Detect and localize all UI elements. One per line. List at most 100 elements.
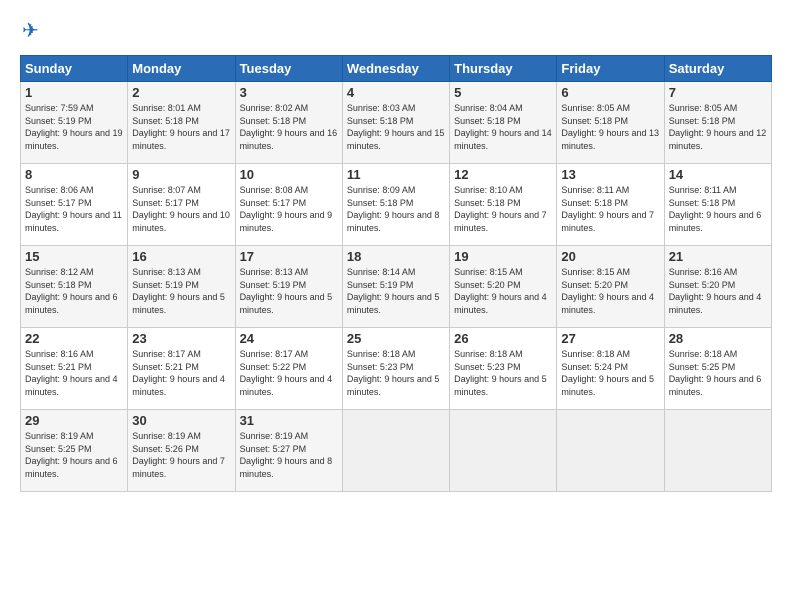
day-number: 16 xyxy=(132,249,230,264)
calendar-cell: 5 Sunrise: 8:04 AMSunset: 5:18 PMDayligh… xyxy=(450,82,557,164)
header: ✈ xyxy=(20,18,772,43)
day-number: 14 xyxy=(669,167,767,182)
calendar-cell: 13 Sunrise: 8:11 AMSunset: 5:18 PMDaylig… xyxy=(557,164,664,246)
day-info: Sunrise: 8:04 AMSunset: 5:18 PMDaylight:… xyxy=(454,103,552,151)
calendar-header-row: SundayMondayTuesdayWednesdayThursdayFrid… xyxy=(21,56,772,82)
day-number: 12 xyxy=(454,167,552,182)
day-number: 29 xyxy=(25,413,123,428)
day-number: 30 xyxy=(132,413,230,428)
day-info: Sunrise: 8:05 AMSunset: 5:18 PMDaylight:… xyxy=(669,103,767,151)
calendar-cell: 30 Sunrise: 8:19 AMSunset: 5:26 PMDaylig… xyxy=(128,410,235,492)
day-info: Sunrise: 8:19 AMSunset: 5:25 PMDaylight:… xyxy=(25,431,118,479)
day-info: Sunrise: 8:08 AMSunset: 5:17 PMDaylight:… xyxy=(240,185,333,233)
calendar-page: ✈ SundayMondayTuesdayWednesdayThursdayFr… xyxy=(0,0,792,612)
calendar-cell xyxy=(450,410,557,492)
day-info: Sunrise: 8:02 AMSunset: 5:18 PMDaylight:… xyxy=(240,103,338,151)
day-number: 7 xyxy=(669,85,767,100)
day-number: 23 xyxy=(132,331,230,346)
calendar-cell: 22 Sunrise: 8:16 AMSunset: 5:21 PMDaylig… xyxy=(21,328,128,410)
day-number: 20 xyxy=(561,249,659,264)
calendar-week-row: 22 Sunrise: 8:16 AMSunset: 5:21 PMDaylig… xyxy=(21,328,772,410)
header-monday: Monday xyxy=(128,56,235,82)
day-number: 31 xyxy=(240,413,338,428)
header-sunday: Sunday xyxy=(21,56,128,82)
calendar-cell: 7 Sunrise: 8:05 AMSunset: 5:18 PMDayligh… xyxy=(664,82,771,164)
calendar-cell: 10 Sunrise: 8:08 AMSunset: 5:17 PMDaylig… xyxy=(235,164,342,246)
day-info: Sunrise: 8:18 AMSunset: 5:23 PMDaylight:… xyxy=(454,349,547,397)
day-number: 21 xyxy=(669,249,767,264)
calendar-cell: 25 Sunrise: 8:18 AMSunset: 5:23 PMDaylig… xyxy=(342,328,449,410)
calendar-cell: 24 Sunrise: 8:17 AMSunset: 5:22 PMDaylig… xyxy=(235,328,342,410)
day-info: Sunrise: 8:03 AMSunset: 5:18 PMDaylight:… xyxy=(347,103,445,151)
calendar-week-row: 1 Sunrise: 7:59 AMSunset: 5:19 PMDayligh… xyxy=(21,82,772,164)
calendar-cell: 26 Sunrise: 8:18 AMSunset: 5:23 PMDaylig… xyxy=(450,328,557,410)
calendar-cell: 9 Sunrise: 8:07 AMSunset: 5:17 PMDayligh… xyxy=(128,164,235,246)
day-info: Sunrise: 8:18 AMSunset: 5:24 PMDaylight:… xyxy=(561,349,654,397)
calendar-cell: 16 Sunrise: 8:13 AMSunset: 5:19 PMDaylig… xyxy=(128,246,235,328)
day-info: Sunrise: 7:59 AMSunset: 5:19 PMDaylight:… xyxy=(25,103,123,151)
calendar-cell: 21 Sunrise: 8:16 AMSunset: 5:20 PMDaylig… xyxy=(664,246,771,328)
day-number: 8 xyxy=(25,167,123,182)
calendar-cell: 27 Sunrise: 8:18 AMSunset: 5:24 PMDaylig… xyxy=(557,328,664,410)
day-number: 24 xyxy=(240,331,338,346)
day-info: Sunrise: 8:15 AMSunset: 5:20 PMDaylight:… xyxy=(561,267,654,315)
calendar-cell xyxy=(342,410,449,492)
day-info: Sunrise: 8:17 AMSunset: 5:22 PMDaylight:… xyxy=(240,349,333,397)
calendar-cell: 18 Sunrise: 8:14 AMSunset: 5:19 PMDaylig… xyxy=(342,246,449,328)
calendar-cell: 2 Sunrise: 8:01 AMSunset: 5:18 PMDayligh… xyxy=(128,82,235,164)
calendar-cell xyxy=(664,410,771,492)
calendar-week-row: 29 Sunrise: 8:19 AMSunset: 5:25 PMDaylig… xyxy=(21,410,772,492)
day-info: Sunrise: 8:12 AMSunset: 5:18 PMDaylight:… xyxy=(25,267,118,315)
day-number: 9 xyxy=(132,167,230,182)
day-info: Sunrise: 8:19 AMSunset: 5:26 PMDaylight:… xyxy=(132,431,225,479)
calendar-cell: 8 Sunrise: 8:06 AMSunset: 5:17 PMDayligh… xyxy=(21,164,128,246)
calendar-cell: 1 Sunrise: 7:59 AMSunset: 5:19 PMDayligh… xyxy=(21,82,128,164)
day-number: 3 xyxy=(240,85,338,100)
day-number: 13 xyxy=(561,167,659,182)
day-number: 17 xyxy=(240,249,338,264)
calendar-cell: 11 Sunrise: 8:09 AMSunset: 5:18 PMDaylig… xyxy=(342,164,449,246)
calendar-cell: 15 Sunrise: 8:12 AMSunset: 5:18 PMDaylig… xyxy=(21,246,128,328)
calendar-cell: 17 Sunrise: 8:13 AMSunset: 5:19 PMDaylig… xyxy=(235,246,342,328)
day-number: 15 xyxy=(25,249,123,264)
logo-bird-icon: ✈ xyxy=(22,18,39,43)
day-number: 2 xyxy=(132,85,230,100)
day-info: Sunrise: 8:09 AMSunset: 5:18 PMDaylight:… xyxy=(347,185,440,233)
calendar-cell: 28 Sunrise: 8:18 AMSunset: 5:25 PMDaylig… xyxy=(664,328,771,410)
header-tuesday: Tuesday xyxy=(235,56,342,82)
day-info: Sunrise: 8:07 AMSunset: 5:17 PMDaylight:… xyxy=(132,185,230,233)
day-number: 25 xyxy=(347,331,445,346)
calendar-cell: 6 Sunrise: 8:05 AMSunset: 5:18 PMDayligh… xyxy=(557,82,664,164)
day-number: 6 xyxy=(561,85,659,100)
day-number: 22 xyxy=(25,331,123,346)
calendar-cell: 20 Sunrise: 8:15 AMSunset: 5:20 PMDaylig… xyxy=(557,246,664,328)
day-info: Sunrise: 8:11 AMSunset: 5:18 PMDaylight:… xyxy=(561,185,654,233)
calendar-cell: 29 Sunrise: 8:19 AMSunset: 5:25 PMDaylig… xyxy=(21,410,128,492)
calendar-cell: 19 Sunrise: 8:15 AMSunset: 5:20 PMDaylig… xyxy=(450,246,557,328)
day-number: 28 xyxy=(669,331,767,346)
calendar-cell: 3 Sunrise: 8:02 AMSunset: 5:18 PMDayligh… xyxy=(235,82,342,164)
calendar-week-row: 8 Sunrise: 8:06 AMSunset: 5:17 PMDayligh… xyxy=(21,164,772,246)
header-friday: Friday xyxy=(557,56,664,82)
calendar-cell: 31 Sunrise: 8:19 AMSunset: 5:27 PMDaylig… xyxy=(235,410,342,492)
day-number: 11 xyxy=(347,167,445,182)
day-number: 19 xyxy=(454,249,552,264)
day-info: Sunrise: 8:05 AMSunset: 5:18 PMDaylight:… xyxy=(561,103,659,151)
calendar-cell: 12 Sunrise: 8:10 AMSunset: 5:18 PMDaylig… xyxy=(450,164,557,246)
day-info: Sunrise: 8:18 AMSunset: 5:23 PMDaylight:… xyxy=(347,349,440,397)
calendar-cell: 4 Sunrise: 8:03 AMSunset: 5:18 PMDayligh… xyxy=(342,82,449,164)
day-info: Sunrise: 8:11 AMSunset: 5:18 PMDaylight:… xyxy=(669,185,762,233)
day-info: Sunrise: 8:19 AMSunset: 5:27 PMDaylight:… xyxy=(240,431,333,479)
calendar-cell: 23 Sunrise: 8:17 AMSunset: 5:21 PMDaylig… xyxy=(128,328,235,410)
day-info: Sunrise: 8:16 AMSunset: 5:20 PMDaylight:… xyxy=(669,267,762,315)
logo: ✈ xyxy=(20,18,39,43)
day-info: Sunrise: 8:14 AMSunset: 5:19 PMDaylight:… xyxy=(347,267,440,315)
day-info: Sunrise: 8:13 AMSunset: 5:19 PMDaylight:… xyxy=(132,267,225,315)
day-number: 10 xyxy=(240,167,338,182)
header-wednesday: Wednesday xyxy=(342,56,449,82)
day-info: Sunrise: 8:18 AMSunset: 5:25 PMDaylight:… xyxy=(669,349,762,397)
day-number: 26 xyxy=(454,331,552,346)
calendar-table: SundayMondayTuesdayWednesdayThursdayFrid… xyxy=(20,55,772,492)
day-number: 27 xyxy=(561,331,659,346)
day-info: Sunrise: 8:17 AMSunset: 5:21 PMDaylight:… xyxy=(132,349,225,397)
